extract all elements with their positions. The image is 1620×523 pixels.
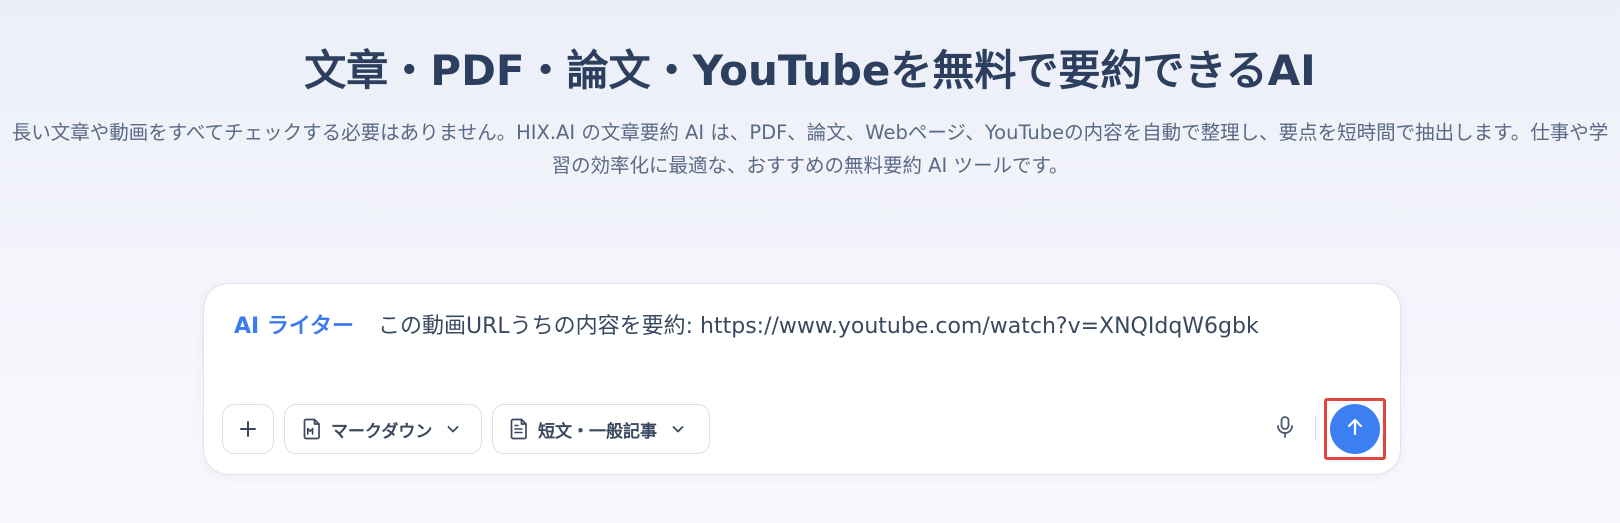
prompt-composer: AI ライター この動画URLうちの内容を要約: https://www.you… [203,283,1401,475]
page-description: 長い文章や動画をすべてチェックする必要はありません。HIX.AI の文章要約 A… [11,121,1609,177]
microphone-button[interactable] [1265,409,1305,449]
mode-tag[interactable]: AI ライター [234,308,354,340]
format-dropdown[interactable]: マークダウン [284,404,482,454]
chevron-down-icon [444,420,462,438]
length-label: 短文・一般記事 [538,421,657,442]
document-icon [508,418,530,440]
microphone-icon [1274,415,1296,443]
format-label: マークダウン [331,421,433,442]
length-dropdown[interactable]: 短文・一般記事 [492,404,710,454]
toolbar-divider [1315,417,1316,441]
page-title: 文章・PDF・論文・YouTubeを無料で要約できるAI [304,46,1316,95]
composer-toolbar: マークダウン 短文・一般記事 [222,398,1386,460]
markdown-file-icon [301,418,323,440]
prompt-text[interactable]: この動画URLうちの内容を要約: https://www.youtube.com… [378,308,1259,340]
prompt-input[interactable]: AI ライター この動画URLうちの内容を要約: https://www.you… [234,304,1370,344]
plus-icon [237,418,259,440]
send-button-highlight [1324,398,1386,460]
send-button[interactable] [1330,404,1380,454]
chevron-down-icon [669,420,687,438]
arrow-up-icon [1344,416,1366,442]
add-button[interactable] [222,404,274,454]
